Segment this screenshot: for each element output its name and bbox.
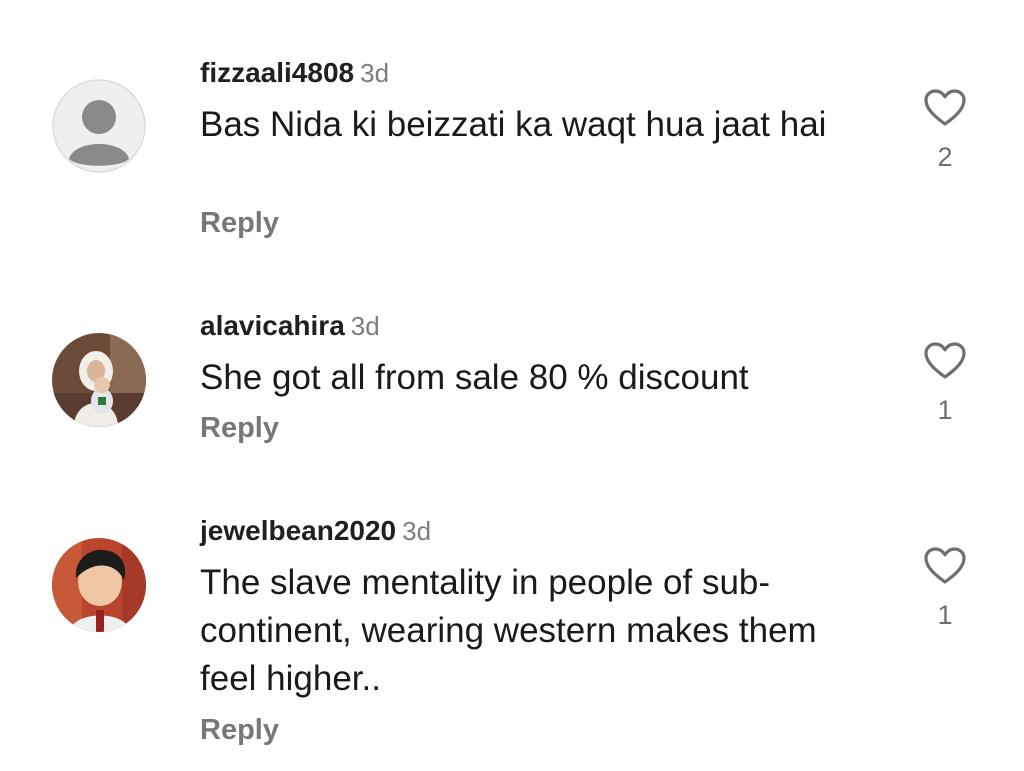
comment-timestamp: 3d [360,58,390,88]
like-button[interactable]: 1 [918,546,972,630]
like-count: 1 [937,600,953,630]
username-link[interactable]: alavicahira [200,310,345,341]
username-link[interactable]: fizzaali4808 [200,57,354,88]
avatar[interactable] [52,538,146,632]
avatar[interactable] [52,333,146,427]
avatar[interactable] [52,79,146,173]
reply-button[interactable]: Reply [200,713,279,747]
comment-header: fizzaali4808 3d [200,56,389,90]
like-count: 1 [937,395,953,425]
comment-timestamp: 3d [402,516,432,546]
username-link[interactable]: jewelbean2020 [200,515,396,546]
comment-text: The slave mentality in people of sub-con… [200,563,817,698]
comment-text: She got all from sale 80 % discount [200,358,749,397]
photo-avatar-icon [52,538,146,632]
reply-button[interactable]: Reply [200,206,279,240]
comment-header: jewelbean2020 3d [200,514,431,548]
comment-text: Bas Nida ki beizzati ka waqt hua jaat ha… [200,105,827,144]
like-count: 2 [937,142,953,172]
heart-icon [924,89,966,126]
default-avatar-icon [52,79,146,173]
like-button[interactable]: 2 [918,88,972,172]
heart-icon [924,342,966,379]
reply-button[interactable]: Reply [200,411,279,445]
photo-avatar-icon [52,333,146,427]
comment-header: alavicahira 3d [200,309,380,343]
heart-icon [924,547,966,584]
like-button[interactable]: 1 [918,341,972,425]
comment-timestamp: 3d [350,311,380,341]
